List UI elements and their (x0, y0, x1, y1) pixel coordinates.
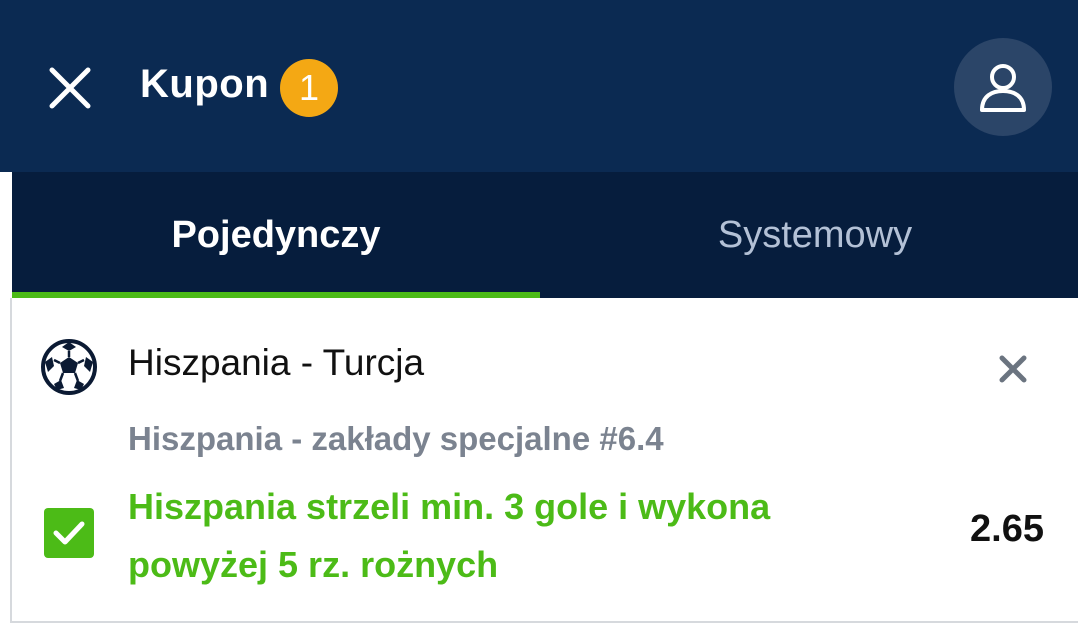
coupon-title: Kupon (140, 62, 270, 106)
odds-value: 2.65 (970, 508, 1044, 550)
football-icon (41, 339, 97, 395)
tab-system[interactable]: Systemowy (552, 172, 1078, 298)
checkmark-icon (53, 521, 85, 545)
selection-label: Hiszpania strzeli min. 3 gole i wykona p… (128, 486, 771, 585)
bet-card: Hiszpania - Turcja Hiszpania - zakłady s… (10, 298, 1078, 623)
remove-bet-button[interactable] (992, 348, 1034, 390)
bet-type-tabs: Pojedynczy Systemowy (0, 172, 1078, 298)
selection-checkbox[interactable] (44, 508, 94, 558)
bet-count-badge: 1 (280, 59, 338, 117)
close-icon (49, 67, 91, 109)
tab-single[interactable]: Pojedynczy (12, 172, 540, 298)
market-name: Hiszpania - zakłady specjalne #6.4 (128, 420, 664, 457)
close-icon (999, 355, 1027, 383)
match-name: Hiszpania - Turcja (128, 342, 425, 383)
close-button[interactable] (40, 58, 100, 118)
coupon-header: Kupon 1 (0, 0, 1078, 172)
user-account-button[interactable] (954, 38, 1052, 136)
user-icon (980, 64, 1026, 112)
